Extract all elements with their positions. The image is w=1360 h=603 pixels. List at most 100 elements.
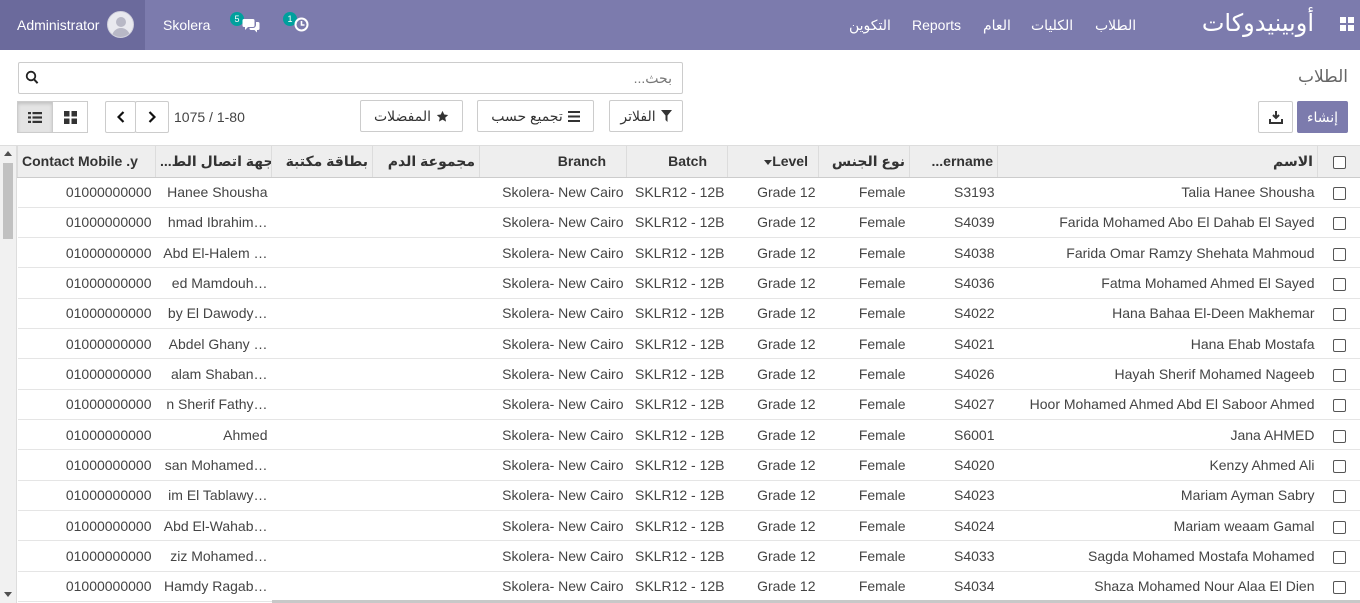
filters-button[interactable]: الفلاتر (609, 100, 683, 132)
cell-username: S4024 (909, 510, 998, 542)
cell-branch: Skolera- New Cairo (479, 358, 627, 390)
table-header-row: Contact Mobile .y ...جهة اتصال الط بطاقة… (17, 146, 1360, 178)
cell-batch: SKLR12 - 12B (626, 449, 728, 481)
pager-value[interactable]: 1075 / 1-80 (174, 109, 245, 125)
row-select[interactable] (1317, 419, 1360, 451)
col-username[interactable]: ...ername (909, 146, 998, 178)
table-row[interactable]: 01000000000 Abd El-Halem … Skolera- New Ca… (17, 237, 1360, 269)
cell-gender: Female (818, 510, 910, 542)
menu-reports[interactable]: Reports (912, 17, 961, 33)
table-row[interactable]: 01000000000 n Sherif Fathy… Skolera- New C… (17, 389, 1360, 421)
cell-username: S4034 (909, 571, 998, 603)
row-checkbox[interactable] (1332, 368, 1346, 382)
row-checkbox[interactable] (1332, 277, 1346, 291)
search-input[interactable] (47, 66, 672, 90)
pager-next-button[interactable] (135, 101, 169, 133)
activities-button[interactable]: 1 (283, 12, 313, 36)
col-emergency-mobile[interactable]: Contact Mobile .y (17, 146, 156, 178)
select-all[interactable] (1317, 146, 1360, 178)
row-checkbox[interactable] (1332, 490, 1346, 504)
col-branch[interactable]: Branch (479, 146, 627, 178)
row-select[interactable] (1317, 389, 1360, 421)
table-row[interactable]: 01000000000 alam Shaban… Skolera- New Cair… (17, 358, 1360, 390)
col-emergency-contact[interactable]: ...جهة اتصال الط (155, 146, 272, 178)
cell-level: Grade 12 (727, 419, 819, 451)
menu-configuration[interactable]: التكوين (849, 17, 891, 34)
cell-emergency-contact: san Mohamed… (155, 449, 272, 481)
row-select[interactable] (1317, 449, 1360, 481)
row-checkbox[interactable] (1332, 308, 1346, 322)
cell-library-card (271, 237, 373, 269)
menu-general[interactable]: العام (983, 17, 1011, 34)
company-switcher[interactable]: Skolera (163, 17, 210, 33)
cell-branch: Skolera- New Cairo (479, 449, 627, 481)
table-row[interactable]: 01000000000 im El Tablawy… Skolera- New Ca… (17, 480, 1360, 512)
cell-branch: Skolera- New Cairo (479, 267, 627, 299)
col-batch[interactable]: Batch (626, 146, 728, 178)
cell-level: Grade 12 (727, 389, 819, 421)
row-checkbox[interactable] (1332, 186, 1346, 200)
row-checkbox[interactable] (1332, 429, 1346, 443)
cell-emergency-contact: ed Mamdouh… (155, 267, 272, 299)
favorites-button[interactable]: المفضلات (360, 100, 463, 132)
create-button[interactable]: إنشاء (1297, 101, 1348, 133)
cell-emergency-mobile: 01000000000 (17, 237, 156, 269)
menu-students[interactable]: الطلاب (1095, 17, 1136, 34)
row-select[interactable] (1317, 267, 1360, 299)
row-checkbox[interactable] (1332, 338, 1346, 352)
col-library-card[interactable]: بطاقة مكتبة (271, 146, 373, 178)
table-row[interactable]: 01000000000 ziz Mohamed… Skolera- New Cair… (17, 540, 1360, 572)
select-all-checkbox[interactable] (1332, 156, 1346, 170)
row-select[interactable] (1317, 571, 1360, 603)
kanban-view-button[interactable] (52, 101, 88, 133)
table-row[interactable]: 01000000000 Abdel Ghany … Skolera- New Cai… (17, 328, 1360, 360)
cell-library-card (271, 571, 373, 603)
table-row[interactable]: 01000000000 Hamdy Ragab… Skolera- New Cair… (17, 571, 1360, 603)
table-row[interactable]: 01000000000 by El Dawody… Skolera- New Cai… (17, 298, 1360, 330)
cell-username: S6001 (909, 419, 998, 451)
menu-faculties[interactable]: الكليات (1031, 17, 1073, 34)
row-checkbox[interactable] (1332, 459, 1346, 473)
cell-branch: Skolera- New Cairo (479, 237, 627, 269)
row-select[interactable] (1317, 358, 1360, 390)
col-level[interactable]: Level (727, 146, 819, 178)
table-row[interactable]: 01000000000 Abd El-Wahab… Skolera- New Cai… (17, 510, 1360, 542)
row-checkbox[interactable] (1332, 550, 1346, 564)
row-checkbox[interactable] (1332, 247, 1346, 261)
row-select[interactable] (1317, 540, 1360, 572)
cell-name: Mariam weaam Gamal (997, 510, 1318, 542)
table-row[interactable]: 01000000000 san Mohamed… Skolera- New Cair… (17, 449, 1360, 481)
app-brand[interactable]: أوبينيدوكات (1202, 9, 1314, 38)
apps-grid-icon[interactable] (1340, 17, 1354, 31)
row-select[interactable] (1317, 177, 1360, 208)
table-row[interactable]: 01000000000 Ahmed Skolera- New Cairo SKLR12… (17, 419, 1360, 451)
user-menu[interactable]: Administrator (0, 0, 145, 50)
col-name[interactable]: الاسم (997, 146, 1318, 178)
row-select[interactable] (1317, 480, 1360, 512)
row-select[interactable] (1317, 328, 1360, 360)
row-select[interactable] (1317, 207, 1360, 239)
cell-batch: SKLR12 - 12B (626, 571, 728, 603)
messages-button[interactable]: 5 (230, 12, 262, 36)
page-title: الطلاب (1298, 67, 1348, 86)
export-button[interactable] (1258, 101, 1293, 133)
table-row[interactable]: 01000000000 ed Mamdouh… Skolera- New Cairo… (17, 267, 1360, 299)
row-checkbox[interactable] (1332, 581, 1346, 595)
row-checkbox[interactable] (1332, 520, 1346, 534)
group-by-button[interactable]: تجميع حسب (477, 100, 594, 132)
row-checkbox[interactable] (1332, 399, 1346, 413)
search-icon[interactable] (25, 70, 39, 86)
row-select[interactable] (1317, 298, 1360, 330)
cell-emergency-contact: im El Tablawy… (155, 480, 272, 512)
cell-level: Grade 12 (727, 207, 819, 239)
row-select[interactable] (1317, 237, 1360, 269)
table-row[interactable]: 01000000000 Hanee Shousha Skolera- New Cai… (17, 177, 1360, 208)
row-checkbox[interactable] (1332, 217, 1346, 231)
table-row[interactable]: 01000000000 hmad Ibrahim… Skolera- New Cai… (17, 207, 1360, 239)
col-blood-group[interactable]: مجموعة الدم (372, 146, 480, 178)
list-view-button[interactable] (17, 101, 53, 133)
cell-gender: Female (818, 358, 910, 390)
col-gender[interactable]: نوع الجنس (818, 146, 910, 178)
row-select[interactable] (1317, 510, 1360, 542)
pager-previous-button[interactable] (105, 101, 136, 133)
